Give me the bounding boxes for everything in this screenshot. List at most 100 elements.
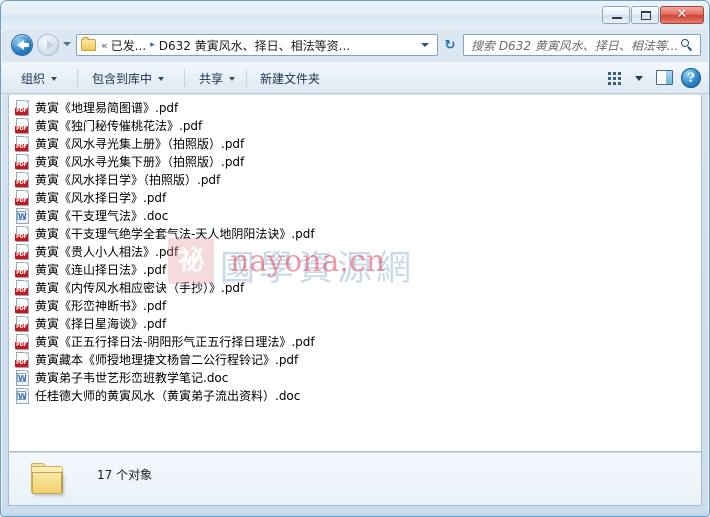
file-list-item[interactable]: PDF 黄寅《干支理气绝学全套气法-天人地阴阳法诀》.pdf xyxy=(9,225,701,243)
file-name-label: 黄寅《择日星海谈》.pdf xyxy=(35,317,167,331)
pdf-badge-label: PDF xyxy=(15,324,28,331)
pdf-badge-label: PDF xyxy=(15,180,28,187)
file-name-label: 黄寅弟子韦世艺形峦班教学笔记.doc xyxy=(35,371,229,385)
pdf-file-icon: PDF xyxy=(15,280,30,296)
toolbar-include-in-library-button[interactable]: 包含到库中 xyxy=(86,68,170,89)
pdf-file-icon: PDF xyxy=(15,244,30,260)
chevron-down-icon xyxy=(229,76,236,81)
address-dropdown-icon[interactable] xyxy=(421,43,429,47)
file-list-item[interactable]: PDF 黄寅《地理易简图谱》.pdf xyxy=(9,99,701,117)
file-list-item[interactable]: PDF 黄寅《正五行择日法-阴阳形气正五行择日理法》.pdf xyxy=(9,333,701,351)
file-list-item[interactable]: PDF 黄寅《风水择日学》.pdf xyxy=(9,189,701,207)
forward-arrow-icon xyxy=(47,40,54,50)
pdf-badge-label: PDF xyxy=(15,306,28,313)
file-name-label: 黄寅《内传风水相应密诀（手抄）》.pdf xyxy=(35,281,245,295)
search-box[interactable]: 搜索 D632 黄寅风水、择日、相法等... xyxy=(463,34,701,56)
breadcrumb-separator-icon[interactable]: ▸ xyxy=(150,40,155,50)
file-list-item[interactable]: W 黄寅弟子韦世艺形峦班教学笔记.doc xyxy=(9,369,701,387)
close-button[interactable]: ✕ xyxy=(660,6,704,24)
file-list-item[interactable]: PDF 黄寅《独门秘传催桃花法》.pdf xyxy=(9,117,701,135)
toolbar-separator xyxy=(77,69,78,87)
search-icon xyxy=(681,38,694,52)
refresh-icon: ↻ xyxy=(444,37,456,53)
pdf-file-icon: PDF xyxy=(15,172,30,188)
pdf-file-icon: PDF xyxy=(15,100,30,116)
back-arrow-icon xyxy=(17,40,29,50)
minimize-button[interactable] xyxy=(602,6,630,24)
file-name-label: 黄寅《干支理气法》.doc xyxy=(35,209,169,223)
file-name-label: 黄寅《风水寻光集上册》（拍照版）.pdf xyxy=(35,137,245,151)
word-badge-label: W xyxy=(17,211,27,221)
recent-locations-dropdown-icon[interactable] xyxy=(63,42,71,46)
word-file-icon: W xyxy=(15,370,30,386)
folder-icon xyxy=(31,463,65,495)
pdf-file-icon: PDF xyxy=(15,298,30,314)
breadcrumb-overflow-icon[interactable]: « xyxy=(101,39,108,52)
change-view-icon[interactable] xyxy=(608,72,623,85)
file-list-item[interactable]: PDF 黄寅《连山择日法》.pdf xyxy=(9,261,701,279)
pdf-badge-label: PDF xyxy=(15,144,28,151)
pdf-badge-label: PDF xyxy=(15,162,28,169)
item-count-label: 17 个对象 xyxy=(97,468,153,482)
toolbar-organize-button[interactable]: 组织 xyxy=(15,68,63,89)
file-list-item[interactable]: PDF 黄寅《内传风水相应密诀（手抄）》.pdf xyxy=(9,279,701,297)
toolbar-new-folder-label: 新建文件夹 xyxy=(260,72,321,86)
pdf-badge-label: PDF xyxy=(15,198,28,205)
file-list-pane[interactable]: PDF 黄寅《地理易简图谱》.pdf PDF 黄寅《独门秘传催桃花法》.pdf PDF 黄… xyxy=(8,95,702,452)
toolbar-new-folder-button[interactable]: 新建文件夹 xyxy=(254,68,326,89)
pdf-badge-label: PDF xyxy=(15,252,28,259)
toolbar-separator xyxy=(184,69,185,87)
toolbar-organize-label: 组织 xyxy=(21,72,46,86)
toolbar-share-label: 共享 xyxy=(199,72,224,86)
forward-button[interactable] xyxy=(37,34,59,56)
pdf-file-icon: PDF xyxy=(15,190,30,206)
file-name-label: 黄寅《风水择日学》.pdf xyxy=(35,191,167,205)
search-input[interactable]: 搜索 D632 黄寅风水、择日、相法等... xyxy=(471,37,678,54)
pdf-file-icon: PDF xyxy=(15,136,30,152)
toolbar-include-in-library-label: 包含到库中 xyxy=(92,72,153,86)
toolbar-share-button[interactable]: 共享 xyxy=(193,68,241,89)
file-list-item[interactable]: PDF 黄寅《择日星海谈》.pdf xyxy=(9,315,701,333)
pdf-badge-label: PDF xyxy=(15,342,28,349)
breadcrumb-item-0[interactable]: 已发... xyxy=(111,37,146,54)
file-name-label: 黄寅《干支理气绝学全套气法-天人地阴阳法诀》.pdf xyxy=(35,227,315,241)
window-controls: ✕ xyxy=(602,6,704,24)
maximize-button[interactable] xyxy=(631,6,659,24)
file-list-item[interactable]: W 任桂德大师的黄寅风水（黄寅弟子流出资料）.doc xyxy=(9,387,701,405)
chevron-down-icon xyxy=(158,76,165,81)
file-name-label: 任桂德大师的黄寅风水（黄寅弟子流出资料）.doc xyxy=(35,389,301,403)
file-name-label: 黄寅《贵人小人相法》.pdf xyxy=(35,245,179,259)
file-name-label: 黄寅《独门秘传催桃花法》.pdf xyxy=(35,119,203,133)
file-list-item[interactable]: PDF 黄寅《风水寻光集上册》（拍照版）.pdf xyxy=(9,135,701,153)
word-badge-label: W xyxy=(17,373,27,383)
file-name-label: 黄寅藏本《师授地理捷文杨曾二公行程铃记》.pdf xyxy=(35,353,299,367)
file-list-item[interactable]: PDF 黄寅《形峦神断书》.pdf xyxy=(9,297,701,315)
explorer-window: ✕ « 已发... ▸ D632 黄寅风水、择日、相法等资... ↻ 搜索 D6… xyxy=(0,0,710,517)
word-file-icon: W xyxy=(15,388,30,404)
pdf-badge-label: PDF xyxy=(15,270,28,277)
refresh-button[interactable]: ↻ xyxy=(439,34,461,56)
preview-pane-icon[interactable] xyxy=(656,70,673,85)
pdf-badge-label: PDF xyxy=(15,288,28,295)
pdf-badge-label: PDF xyxy=(15,126,28,133)
file-name-label: 黄寅《风水寻光集下册》（拍照版）.pdf xyxy=(35,155,245,169)
status-bar: 17 个对象 xyxy=(8,452,702,506)
file-list-item[interactable]: PDF 黄寅《风水择日学》（拍照版）.pdf xyxy=(9,171,701,189)
back-button[interactable] xyxy=(11,34,33,56)
breadcrumb-item-1[interactable]: D632 黄寅风水、择日、相法等资... xyxy=(159,37,350,54)
pdf-file-icon: PDF xyxy=(15,262,30,278)
address-bar[interactable]: « 已发... ▸ D632 黄寅风水、择日、相法等资... xyxy=(76,34,438,56)
file-name-label: 黄寅《形峦神断书》.pdf xyxy=(35,299,167,313)
file-list-item[interactable]: W 黄寅《干支理气法》.doc xyxy=(9,207,701,225)
pdf-badge-label: PDF xyxy=(15,108,28,115)
help-icon[interactable]: ? xyxy=(681,68,701,88)
file-list-item[interactable]: PDF 黄寅《贵人小人相法》.pdf xyxy=(9,243,701,261)
file-name-label: 黄寅《连山择日法》.pdf xyxy=(35,263,167,277)
word-file-icon: W xyxy=(15,208,30,224)
file-list-item[interactable]: PDF 黄寅藏本《师授地理捷文杨曾二公行程铃记》.pdf xyxy=(9,351,701,369)
close-icon: ✕ xyxy=(676,7,688,22)
file-list-item[interactable]: PDF 黄寅《风水寻光集下册》（拍照版）.pdf xyxy=(9,153,701,171)
address-bar-row: « 已发... ▸ D632 黄寅风水、择日、相法等资... ↻ 搜索 D632… xyxy=(1,29,709,62)
file-list: PDF 黄寅《地理易简图谱》.pdf PDF 黄寅《独门秘传催桃花法》.pdf PDF 黄… xyxy=(9,99,701,405)
view-dropdown-icon[interactable] xyxy=(635,76,643,81)
